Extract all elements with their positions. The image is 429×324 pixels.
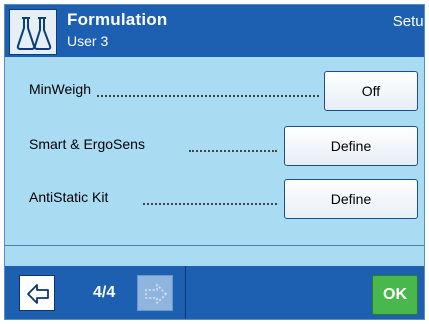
footer-divider (185, 266, 186, 319)
antistatic-kit-define-button[interactable]: Define (284, 179, 418, 219)
next-page-button (137, 275, 173, 311)
formulation-flask-icon[interactable] (9, 9, 57, 55)
leader-dots (189, 140, 277, 152)
list-item-antistatic-kit: AntiStatic Kit Define (5, 177, 424, 221)
setup-label: Setup (392, 13, 424, 30)
previous-page-button[interactable] (19, 275, 55, 311)
smart-ergosens-define-button[interactable]: Define (284, 126, 418, 166)
header-bar: Formulation User 3 Setup (5, 5, 424, 57)
user-subtitle: User 3 (67, 33, 109, 49)
settings-list: MinWeigh Off Smart & ErgoSens Define Ant… (5, 57, 424, 245)
minweigh-label: MinWeigh (29, 81, 91, 97)
ok-button[interactable]: OK (372, 275, 418, 315)
antistatic-kit-label: AntiStatic Kit (29, 189, 109, 205)
arrow-right-icon (145, 284, 167, 304)
footer: 4/4 OK (5, 245, 424, 319)
leader-dots (143, 193, 277, 205)
page-indicator: 4/4 (93, 284, 116, 301)
minweigh-off-button[interactable]: Off (324, 71, 418, 111)
flask-icon (16, 17, 52, 50)
footer-bar (5, 266, 424, 319)
screen-frame: Formulation User 3 Setup MinWeigh Off Sm… (4, 4, 425, 320)
list-item-minweigh: MinWeigh Off (5, 69, 424, 113)
list-item-smart-ergosens: Smart & ErgoSens Define (5, 124, 424, 168)
arrow-left-icon (27, 284, 49, 304)
leader-dots (97, 85, 319, 97)
smart-ergosens-label: Smart & ErgoSens (29, 136, 145, 152)
page-title: Formulation (67, 10, 168, 29)
